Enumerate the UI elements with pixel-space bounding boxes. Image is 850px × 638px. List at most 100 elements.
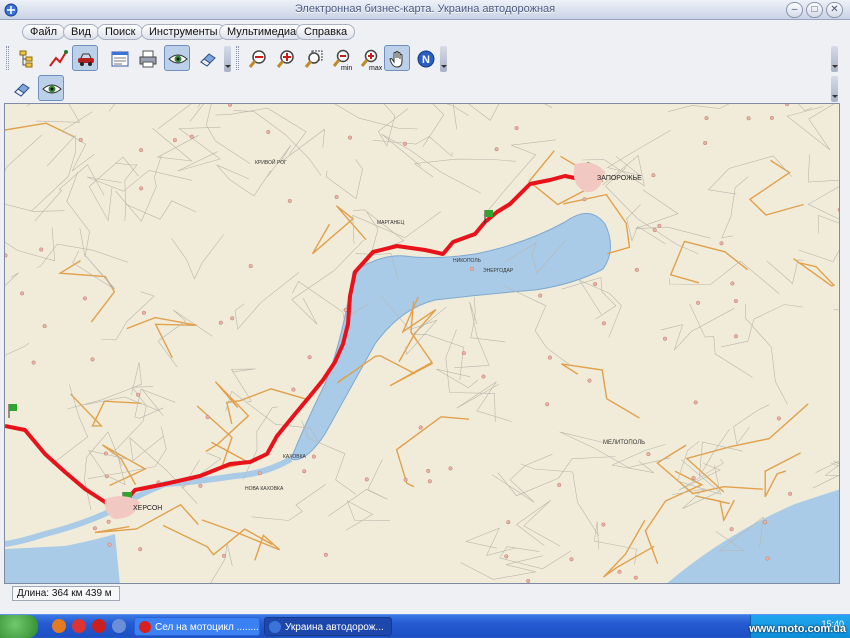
clear-button[interactable] <box>8 75 34 101</box>
print-button[interactable] <box>134 45 160 71</box>
city-label: НОВА КАХОВКА <box>245 486 284 492</box>
hand-pan-icon <box>388 49 408 69</box>
settlement-marker <box>449 467 453 471</box>
settlement-marker <box>426 469 430 473</box>
eraser-button[interactable] <box>194 45 220 71</box>
route-tool-button[interactable] <box>44 45 70 71</box>
status-bar: Длина: 364 км 439 м <box>0 584 850 614</box>
north-button[interactable]: N <box>412 45 438 71</box>
toolbar-grip[interactable] <box>6 46 9 70</box>
app-icon <box>269 621 281 633</box>
settlement-marker <box>228 104 232 107</box>
toolbar-chevron[interactable] <box>831 46 838 72</box>
settlement-marker <box>593 282 597 286</box>
table-window-button[interactable] <box>106 45 132 71</box>
settlement-marker <box>249 264 253 268</box>
settlement-marker <box>173 138 177 142</box>
settlement-marker <box>139 187 143 191</box>
show-view-button[interactable] <box>38 75 64 101</box>
zoom-out-button[interactable] <box>244 45 270 71</box>
zoom-max-icon: max <box>360 49 382 71</box>
settlement-marker <box>734 335 738 339</box>
settlement-marker <box>703 141 707 145</box>
toolbar-overflow-button[interactable] <box>440 46 447 72</box>
settlement-marker <box>43 324 47 328</box>
zoom-max-button[interactable]: max <box>356 45 382 71</box>
toolbar-overflow-button[interactable] <box>224 46 231 72</box>
settlement-marker <box>526 579 530 583</box>
view-eye-button[interactable] <box>164 45 190 71</box>
menu-search[interactable]: Поиск <box>97 24 143 40</box>
settlement-marker <box>138 547 142 551</box>
close-button[interactable]: ✕ <box>826 2 843 18</box>
settlement-marker <box>694 401 698 405</box>
menu-bar: Файл Вид Поиск Инструменты Мультимедиа С… <box>0 20 850 42</box>
settlement-marker <box>658 224 662 228</box>
zoom-in-button[interactable] <box>272 45 298 71</box>
settlement-marker <box>222 554 226 558</box>
toolbar-chevron[interactable] <box>831 76 838 102</box>
settlement-marker <box>93 527 97 531</box>
settlement-marker <box>105 475 109 479</box>
settlement-marker <box>785 104 789 106</box>
menu-view[interactable]: Вид <box>63 24 99 40</box>
settlement-marker <box>190 135 194 139</box>
settlement-marker <box>108 543 112 547</box>
menu-file[interactable]: Файл <box>22 24 65 40</box>
settlement-marker <box>419 426 423 430</box>
print-icon <box>138 49 158 69</box>
settlement-marker <box>258 471 262 475</box>
settlement-marker <box>365 478 369 482</box>
app-window: Электронная бизнес-карта. Украина автодо… <box>0 0 850 614</box>
eye-icon <box>168 49 188 69</box>
svg-text:max: max <box>369 65 382 71</box>
settlement-marker <box>618 570 622 574</box>
settlement-marker <box>663 337 667 341</box>
hand-pan-button[interactable] <box>384 45 410 71</box>
settlement-marker <box>428 480 432 484</box>
city-label: КРИВОЙ РОГ <box>255 158 287 166</box>
start-button[interactable] <box>0 615 38 638</box>
settlement-marker <box>348 136 352 140</box>
task-button-browser[interactable]: Сел на мотоцикл ........ <box>134 617 260 636</box>
north-icon: N <box>416 49 436 69</box>
settlement-marker <box>538 294 542 298</box>
settlement-marker <box>652 173 656 177</box>
opera-icon[interactable] <box>72 619 86 633</box>
menu-help[interactable]: Справка <box>296 24 355 40</box>
zoom-rect-button[interactable] <box>300 45 326 71</box>
settlement-marker <box>705 116 709 120</box>
settlement-marker <box>495 147 499 151</box>
menu-multimedia[interactable]: Мультимедиа <box>219 24 304 40</box>
settlement-marker <box>267 130 271 134</box>
opera-red-icon[interactable] <box>92 619 106 633</box>
settlement-marker <box>91 358 95 362</box>
car-route-button[interactable] <box>72 45 98 71</box>
maximize-button[interactable]: □ <box>806 2 823 18</box>
layers-tree-button[interactable] <box>14 45 40 71</box>
map-view[interactable]: ЗАПОРОЖЬЕ ХЕРСОН НИКОПОЛЬ МЕЛИТОПОЛЬ КАХ… <box>4 103 840 584</box>
taskbar: Сел на мотоцикл ........ Украина автодор… <box>0 614 850 637</box>
settlement-marker <box>720 242 724 246</box>
city-label: ХЕРСОН <box>133 505 162 512</box>
title-bar[interactable]: Электронная бизнес-карта. Украина автодо… <box>0 0 850 20</box>
task-button-map-app[interactable]: Украина автодорож... <box>264 617 392 636</box>
settlement-marker <box>770 116 774 120</box>
city-label: ЗАПОРОЖЬЕ <box>597 175 642 182</box>
desktop-icon[interactable] <box>112 619 126 633</box>
settlement-marker <box>462 351 466 355</box>
menu-tools[interactable]: Инструменты <box>141 24 226 40</box>
settlement-marker <box>763 521 767 525</box>
settlement-marker <box>730 527 734 531</box>
watermark: www.moto.com.ua <box>749 623 846 635</box>
zoom-in-icon <box>276 49 296 69</box>
firefox-icon[interactable] <box>52 619 66 633</box>
zoom-min-button[interactable]: min <box>328 45 354 71</box>
settlement-marker <box>692 476 696 480</box>
settlement-marker <box>505 555 509 559</box>
settlement-marker <box>731 282 735 286</box>
minimize-button[interactable]: – <box>786 2 803 18</box>
toolbar-grip[interactable] <box>236 46 239 70</box>
settlement-marker <box>230 317 234 321</box>
map-canvas[interactable]: ЗАПОРОЖЬЕ ХЕРСОН НИКОПОЛЬ МЕЛИТОПОЛЬ КАХ… <box>5 104 840 584</box>
